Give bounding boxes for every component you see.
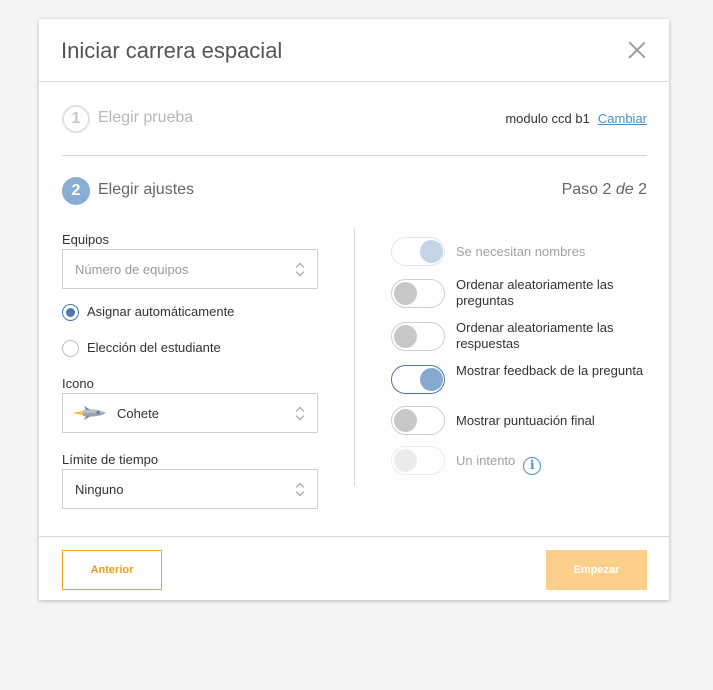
step-progress-of: de (615, 181, 634, 198)
toggle-knob (420, 368, 443, 391)
toggle-knob (394, 409, 417, 432)
toggle-row-single-attempt[interactable]: Un intento i (391, 446, 651, 476)
toggle-row-require-names[interactable]: Se necesitan nombres (391, 237, 651, 267)
teams-placeholder: Número de equipos (75, 262, 189, 277)
step-progress: Paso 2 de 2 (562, 181, 647, 199)
select-arrows-icon (295, 482, 305, 498)
radio-button[interactable] (62, 340, 79, 357)
toggle-label: Mostrar feedback de la pregunta (456, 363, 644, 378)
start-space-race-modal: Iniciar carrera espacial 1 Elegir prueba… (39, 19, 669, 600)
time-limit-value: Ninguno (75, 482, 124, 497)
step-number: 2 (62, 177, 90, 205)
require-names-toggle[interactable] (391, 237, 445, 266)
toggle-row-shuffle-answers[interactable]: Ordenar aleatoriamente las respuestas (391, 320, 651, 354)
toggle-knob (394, 282, 417, 305)
select-arrows-icon (295, 406, 305, 422)
close-icon[interactable] (627, 40, 647, 60)
toggle-label: Mostrar puntuación final (456, 413, 595, 428)
step-progress-prefix: Paso 2 (561, 181, 612, 198)
radio-auto-assign[interactable]: Asignar automáticamente (62, 302, 262, 322)
toggle-row-shuffle-questions[interactable]: Ordenar aleatoriamente las preguntas (391, 277, 651, 311)
previous-button[interactable]: Anterior (62, 550, 162, 590)
teams-label: Equipos (62, 232, 109, 247)
step-label: Elegir ajustes (98, 181, 195, 198)
step-choose-quiz: 1 Elegir prueba modulo ccd b1 Cambiar (62, 105, 647, 135)
toggle-label: Ordenar aleatoriamente las preguntas (456, 277, 614, 308)
change-quiz-link[interactable]: Cambiar (598, 111, 647, 126)
time-limit-label: Límite de tiempo (62, 452, 159, 467)
icon-label: Icono (62, 376, 94, 391)
modal-title: Iniciar carrera espacial (61, 38, 283, 63)
show-final-score-toggle[interactable] (391, 406, 445, 435)
icon-select[interactable]: Cohete (62, 393, 318, 433)
modal-header: Iniciar carrera espacial (39, 19, 669, 82)
toggle-knob (394, 449, 417, 472)
toggle-label: Un intento (456, 453, 516, 468)
step-choose-settings: 2 Elegir ajustes Paso 2 de 2 (62, 177, 647, 207)
toggle-knob (420, 240, 443, 263)
selected-quiz: modulo ccd b1 Cambiar (505, 111, 647, 126)
time-limit-select[interactable]: Ninguno (62, 469, 318, 509)
quiz-name: modulo ccd b1 (505, 111, 590, 126)
toggle-label: Se necesitan nombres (456, 244, 586, 259)
shuffle-answers-toggle[interactable] (391, 322, 445, 351)
divider (62, 155, 647, 156)
single-attempt-toggle[interactable] (391, 446, 445, 475)
start-button[interactable]: Empezar (546, 550, 647, 590)
select-arrows-icon (295, 262, 305, 278)
toggle-row-show-final-score[interactable]: Mostrar puntuación final (391, 406, 651, 436)
icon-value: Cohete (117, 406, 159, 421)
show-feedback-toggle[interactable] (391, 365, 445, 394)
toggle-label-wrap: Un intento i (456, 453, 646, 475)
step-progress-total: 2 (638, 181, 647, 198)
toggle-label: Ordenar aleatoriamente las respuestas (456, 320, 614, 351)
column-divider (354, 228, 355, 486)
info-icon[interactable]: i (523, 457, 542, 475)
radio-student-choice[interactable]: Elección del estudiante (62, 338, 262, 358)
step-number: 1 (62, 105, 90, 133)
radio-label: Asignar automáticamente (87, 304, 235, 319)
radio-label: Elección del estudiante (87, 340, 221, 355)
shuffle-questions-toggle[interactable] (391, 279, 445, 308)
rocket-icon (73, 406, 106, 420)
toggle-knob (394, 325, 417, 348)
step-label: Elegir prueba (98, 109, 194, 126)
modal-footer: Anterior Empezar (39, 536, 669, 600)
teams-number-select[interactable]: Número de equipos (62, 249, 318, 289)
toggle-row-show-feedback[interactable]: Mostrar feedback de la pregunta (391, 363, 651, 397)
radio-button[interactable] (62, 304, 79, 321)
